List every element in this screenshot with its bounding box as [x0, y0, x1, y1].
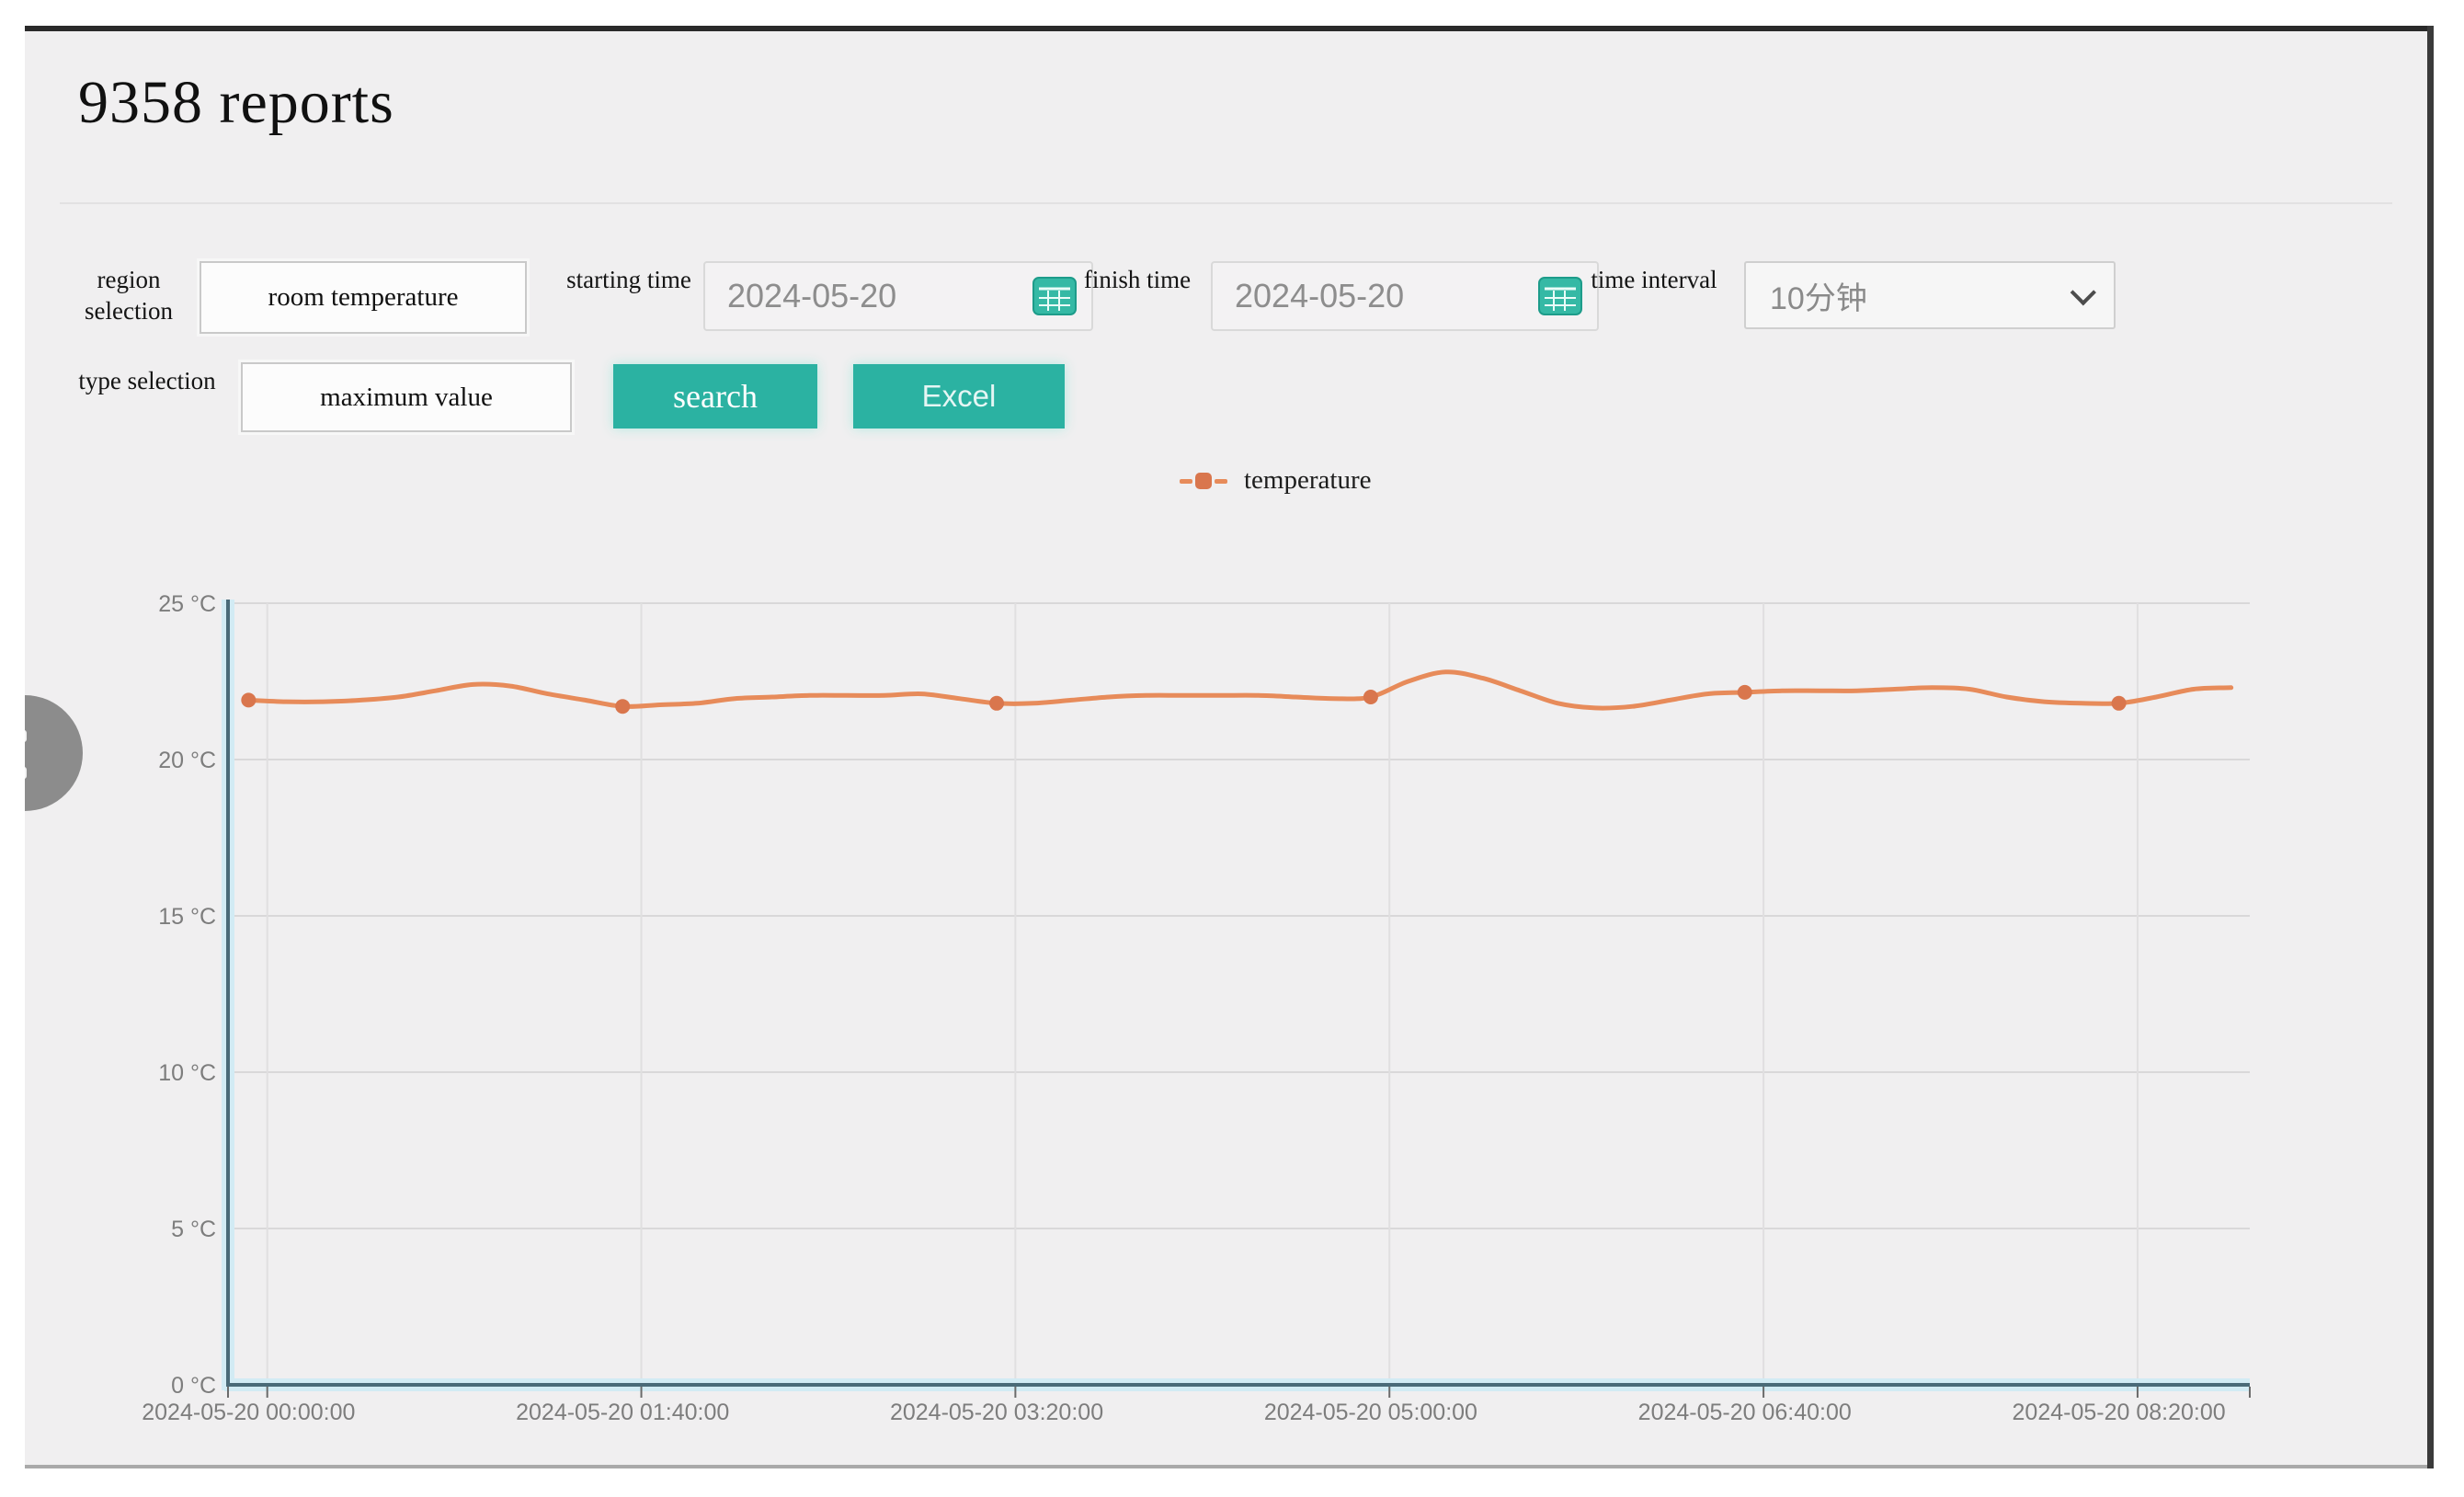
temperature-line — [248, 672, 2230, 708]
grid-lines — [230, 603, 2250, 1385]
data-point-marker[interactable] — [989, 696, 1004, 711]
frame-right-border — [2427, 26, 2434, 1468]
temperature-chart-canvas[interactable]: 0 °C 5 °C 10 °C 15 °C 20 °C 25 °C 2024-05-20 0… — [25, 31, 2427, 1465]
data-point-marker[interactable] — [2112, 696, 2127, 711]
y-axis-label: 20 °C — [158, 748, 216, 773]
y-axis-label: 10 °C — [158, 1060, 216, 1086]
y-axis-label: 25 °C — [158, 591, 216, 617]
data-point-marker[interactable] — [1363, 690, 1378, 704]
y-axis-label: 5 °C — [171, 1217, 216, 1242]
axes — [224, 600, 2250, 1398]
handle-dot-icon — [25, 730, 27, 742]
data-point-marker[interactable] — [241, 692, 256, 707]
x-axis-label: 2024-05-20 08:20:00 — [2013, 1400, 2226, 1425]
x-axis-label: 2024-05-20 03:20:00 — [890, 1400, 1103, 1425]
x-axis-label: 2024-05-20 00:00:00 — [142, 1400, 355, 1425]
data-point-marker[interactable] — [1738, 685, 1752, 700]
frame-bottom-border — [25, 1465, 2427, 1468]
x-axis-label: 2024-05-20 05:00:00 — [1264, 1400, 1477, 1425]
x-axis-label: 2024-05-20 01:40:00 — [516, 1400, 729, 1425]
data-point-marker[interactable] — [615, 699, 630, 714]
report-panel: 9358 reports region selection room tempe… — [25, 31, 2427, 1465]
y-axis-label: 0 °C — [171, 1373, 216, 1399]
y-axis-label: 15 °C — [158, 904, 216, 930]
axis-tick-labels: 0 °C 5 °C 10 °C 15 °C 20 °C 25 °C 2024-05-20 0… — [142, 591, 2225, 1425]
x-axis-label: 2024-05-20 06:40:00 — [1638, 1400, 1852, 1425]
series-temperature — [241, 672, 2230, 714]
handle-dot-icon — [25, 767, 27, 779]
screen: 9358 reports region selection room tempe… — [0, 0, 2464, 1497]
temperature-line-chart: 0 °C 5 °C 10 °C 15 °C 20 °C 25 °C 2024-05-20 0… — [25, 31, 2427, 1465]
